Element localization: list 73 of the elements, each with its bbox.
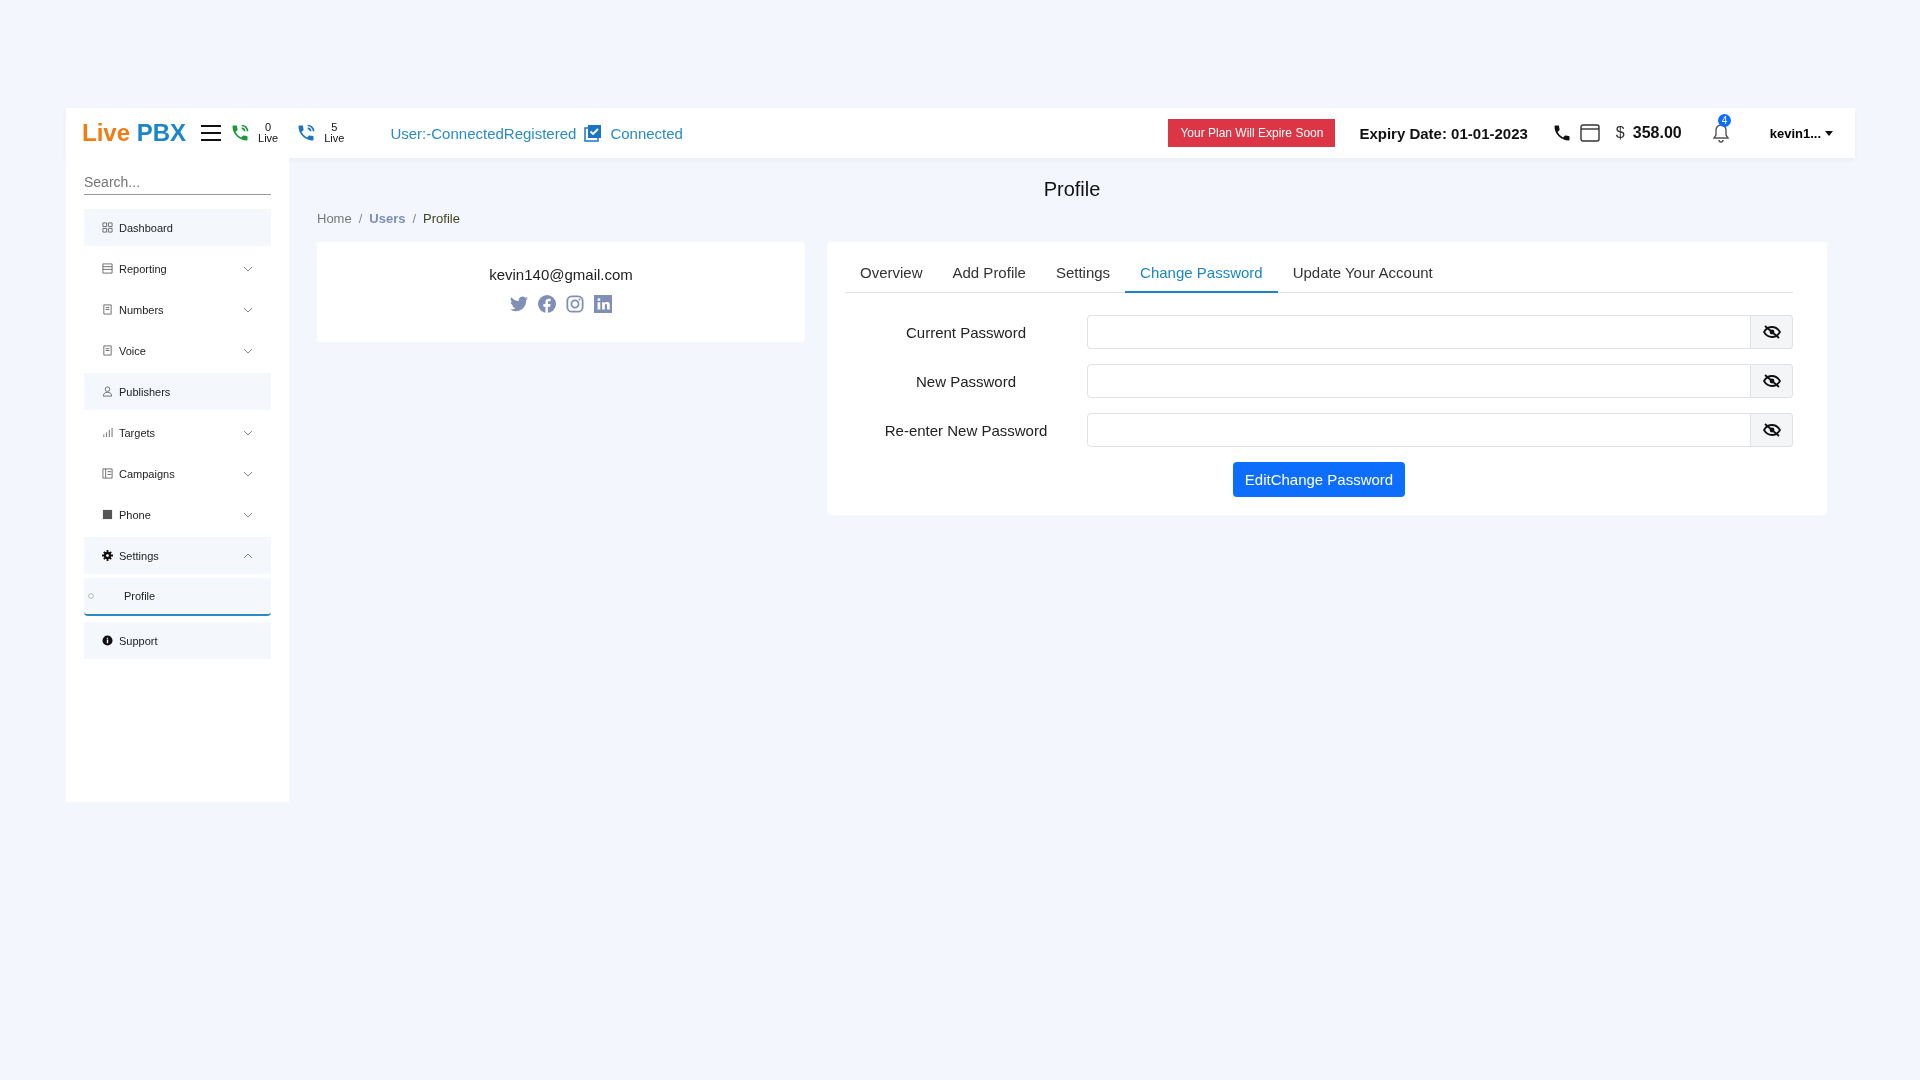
info-icon — [102, 635, 113, 646]
list-icon — [102, 468, 113, 479]
balance-amount: 358.00 — [1632, 124, 1682, 142]
show-password-button[interactable] — [1751, 364, 1793, 398]
breadcrumb-separator: / — [412, 211, 417, 226]
sidebar-item[interactable]: Targets — [84, 414, 271, 451]
field-label: New Password — [914, 372, 1017, 390]
checkbox-icon — [584, 124, 603, 142]
sidebar-item[interactable]: Support — [84, 622, 271, 659]
sidebar-item[interactable]: Voice — [84, 332, 271, 369]
notification-badge: 4 — [1717, 114, 1732, 127]
sidebar-item[interactable]: Settings — [84, 537, 271, 574]
change-password-button[interactable]: EditChange Password — [1232, 462, 1406, 497]
tab[interactable]: Change Password — [1125, 256, 1278, 293]
chevron-icon — [243, 429, 253, 436]
user-menu[interactable]: kevin1... — [1763, 124, 1839, 142]
chevron-icon — [243, 511, 253, 518]
show-password-button[interactable] — [1751, 413, 1793, 447]
sidebar-item[interactable]: Campaigns — [84, 455, 271, 492]
instagram-icon[interactable] — [566, 295, 584, 313]
email-text: kevin140@gmail.com — [489, 266, 633, 283]
password-field[interactable] — [1087, 413, 1751, 447]
linkedin-icon[interactable] — [594, 295, 612, 313]
field-label: Re-enter New Password — [883, 421, 1049, 439]
logo: Live PBX — [82, 119, 187, 147]
eye-slash-icon — [1762, 423, 1781, 437]
search-field[interactable]: Search... — [84, 170, 271, 195]
chevron-icon — [243, 265, 253, 272]
sidebar-subitem[interactable]: Profile — [84, 578, 271, 616]
sidebar-item[interactable]: Dashboard — [84, 209, 271, 246]
doc-icon — [102, 345, 113, 356]
live-counter: 0 Live — [258, 122, 279, 144]
chevron-icon — [243, 306, 253, 313]
expiry-date: Expiry Date: 01-01-2023 — [1359, 124, 1528, 142]
breadcrumb-separator: / — [358, 211, 363, 226]
eye-slash-icon — [1762, 374, 1781, 388]
sidebar-item[interactable]: Numbers — [84, 291, 271, 328]
live-counter: 5 Live — [324, 122, 345, 144]
bell-icon — [1711, 123, 1730, 143]
bars-icon — [102, 427, 113, 438]
caret-icon — [1825, 130, 1833, 136]
breadcrumb-link[interactable]: Profile — [423, 211, 460, 226]
twitter-icon[interactable] — [510, 296, 528, 312]
tab[interactable]: Overview — [845, 256, 938, 293]
sidebar-item[interactable]: Publishers — [84, 373, 271, 410]
field-label: Current Password — [904, 323, 1027, 341]
plan-expiry-button[interactable]: Your Plan Will Expire Soon — [1168, 119, 1336, 147]
sidebar-item[interactable]: Reporting — [84, 250, 271, 287]
person-icon — [102, 386, 113, 397]
doc-icon — [102, 304, 113, 315]
status-text: User:-ConnectedRegistered — [390, 124, 577, 142]
chevron-icon — [243, 470, 253, 477]
grid-icon — [102, 222, 113, 233]
circle-icon — [88, 593, 94, 599]
breadcrumb-link[interactable]: Home — [317, 211, 352, 226]
settings-icon — [102, 550, 113, 561]
tab[interactable]: Update Your Account — [1277, 256, 1448, 293]
chevron-icon — [243, 552, 253, 559]
wallet-icon — [1579, 124, 1600, 142]
tab[interactable]: Add Profile — [937, 256, 1041, 293]
show-password-button[interactable] — [1751, 315, 1793, 349]
currency-symbol: $ — [1615, 124, 1625, 142]
sidebar-item[interactable]: Phone — [84, 496, 271, 533]
report-icon — [102, 263, 113, 274]
menu-icon[interactable] — [200, 124, 223, 142]
facebook-icon[interactable] — [538, 295, 556, 313]
tab[interactable]: Settings — [1040, 256, 1126, 293]
chevron-icon — [243, 347, 253, 354]
password-field[interactable] — [1087, 364, 1751, 398]
eye-slash-icon — [1762, 325, 1781, 339]
connection-status: Connected — [610, 124, 683, 142]
password-field[interactable] — [1087, 315, 1751, 349]
page-title: Profile — [1042, 178, 1102, 201]
